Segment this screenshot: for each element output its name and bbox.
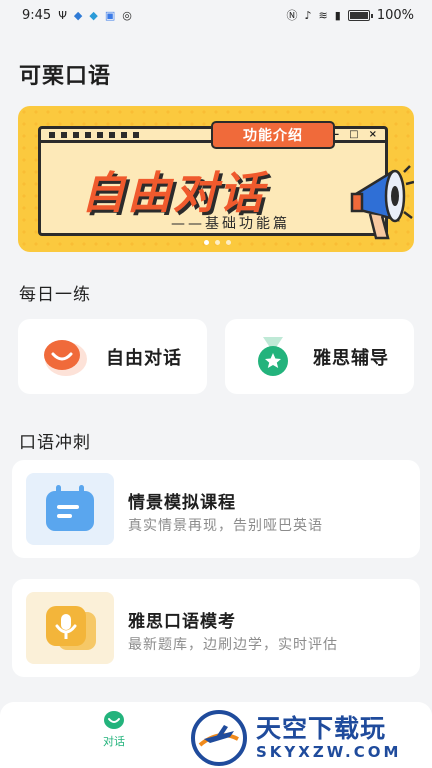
window-controls-icon: —□×: [329, 128, 377, 140]
smile-icon: [44, 339, 87, 376]
course-title: 情景模拟课程: [128, 493, 236, 513]
nav-tab-dialogue[interactable]: 对话: [94, 710, 134, 749]
section-title-sprint: 口语冲刺: [19, 433, 91, 453]
status-left: 9:45 Ψ ◆ ◆ ▣ ◎: [22, 8, 132, 23]
course-desc: 最新题库，边刷边学，实时评估: [128, 637, 338, 653]
watermark-sub: SKYXZW.COM: [256, 743, 402, 761]
course-card-scenario[interactable]: 情景模拟课程 真实情景再现，告别哑巴英语: [12, 460, 420, 558]
watermark-main: 天空下载玩: [256, 714, 387, 743]
status-time: 9:45: [22, 7, 52, 23]
nfc-icon: Ⓝ: [286, 8, 298, 22]
banner-pagination[interactable]: [204, 240, 231, 245]
section-title-daily: 每日一练: [19, 285, 91, 305]
battery-icon: [347, 9, 373, 21]
wechat-icon: ◎: [122, 8, 132, 22]
daily-free-talk-card[interactable]: 自由对话: [18, 319, 207, 394]
app-notification-icon: ◆: [89, 8, 98, 22]
banner-window-frame: —□× 功能介绍 自由对话 ——基础功能篇: [38, 121, 388, 236]
pagination-dot[interactable]: [204, 240, 209, 245]
status-bar: 9:45 Ψ ◆ ◆ ▣ ◎ Ⓝ ♪ ≋ ▮ 100%: [0, 0, 432, 30]
banner-subline: ——基础功能篇: [171, 216, 290, 232]
megaphone-icon: [350, 165, 414, 240]
banner-tag: 功能介绍: [211, 121, 335, 149]
promo-banner[interactable]: —□× 功能介绍 自由对话 ——基础功能篇: [18, 106, 414, 252]
nav-tab-label: 对话: [103, 735, 125, 748]
watermark-logo: 天空下载玩 SKYXZW.COM: [190, 708, 432, 768]
daily-item-label: 自由对话: [106, 347, 182, 369]
mute-icon: ♪: [304, 8, 312, 22]
banner-headline: 自由对话: [81, 168, 265, 219]
course-icon-box: [26, 592, 114, 664]
calendar-icon: [46, 485, 94, 531]
course-title: 雅思口语模考: [128, 612, 236, 632]
sim-icon: ▮: [334, 8, 341, 22]
course-desc: 真实情景再现，告别哑巴英语: [128, 518, 323, 534]
shield-icon: ◆: [73, 8, 83, 22]
usb-icon: Ψ: [58, 8, 67, 22]
daily-item-label: 雅思辅导: [313, 347, 389, 369]
wifi-icon: ≋: [318, 8, 328, 22]
microphone-chat-icon: [46, 606, 96, 650]
globe-plane-logo-icon: [191, 710, 247, 766]
medal-star-icon: [258, 336, 288, 376]
app-notification-icon-2: ▣: [104, 8, 116, 22]
watermark-text: 天空下载玩 SKYXZW.COM: [256, 716, 401, 760]
course-card-ielts-mock[interactable]: 雅思口语模考 最新题库，边刷边学，实时评估: [12, 579, 420, 677]
daily-ielts-card[interactable]: 雅思辅导: [225, 319, 414, 394]
smile-icon: [104, 711, 124, 729]
pagination-dot[interactable]: [215, 240, 220, 245]
status-right: Ⓝ ♪ ≋ ▮ 100%: [287, 8, 414, 23]
course-icon-box: [26, 473, 114, 545]
battery-percent: 100%: [376, 7, 414, 23]
page-title: 可栗口语: [19, 64, 112, 89]
pagination-dot[interactable]: [226, 240, 231, 245]
